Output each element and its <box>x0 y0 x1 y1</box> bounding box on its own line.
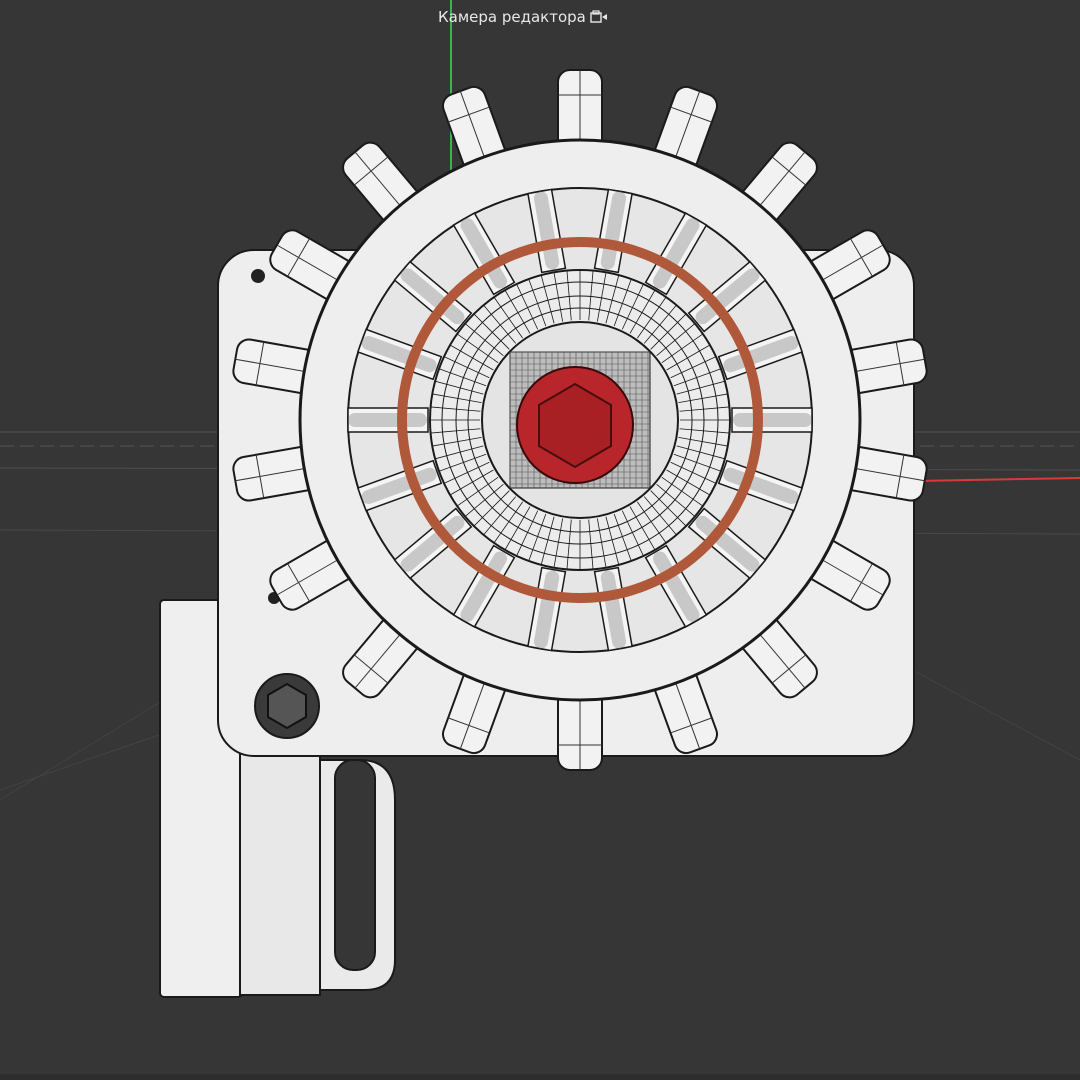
mount-bolt <box>254 673 320 739</box>
camera-label-text: Камера редактора <box>438 8 586 26</box>
editor-viewport[interactable]: Камера редактора <box>0 0 1080 1080</box>
editor-camera-label[interactable]: Камера редактора <box>438 6 608 28</box>
alternator-model[interactable] <box>159 69 929 998</box>
screw-hole-top <box>251 269 265 283</box>
viewport-bottom-edge <box>0 1074 1080 1080</box>
scene-canvas[interactable] <box>0 0 1080 1080</box>
camera-icon[interactable] <box>590 10 608 24</box>
